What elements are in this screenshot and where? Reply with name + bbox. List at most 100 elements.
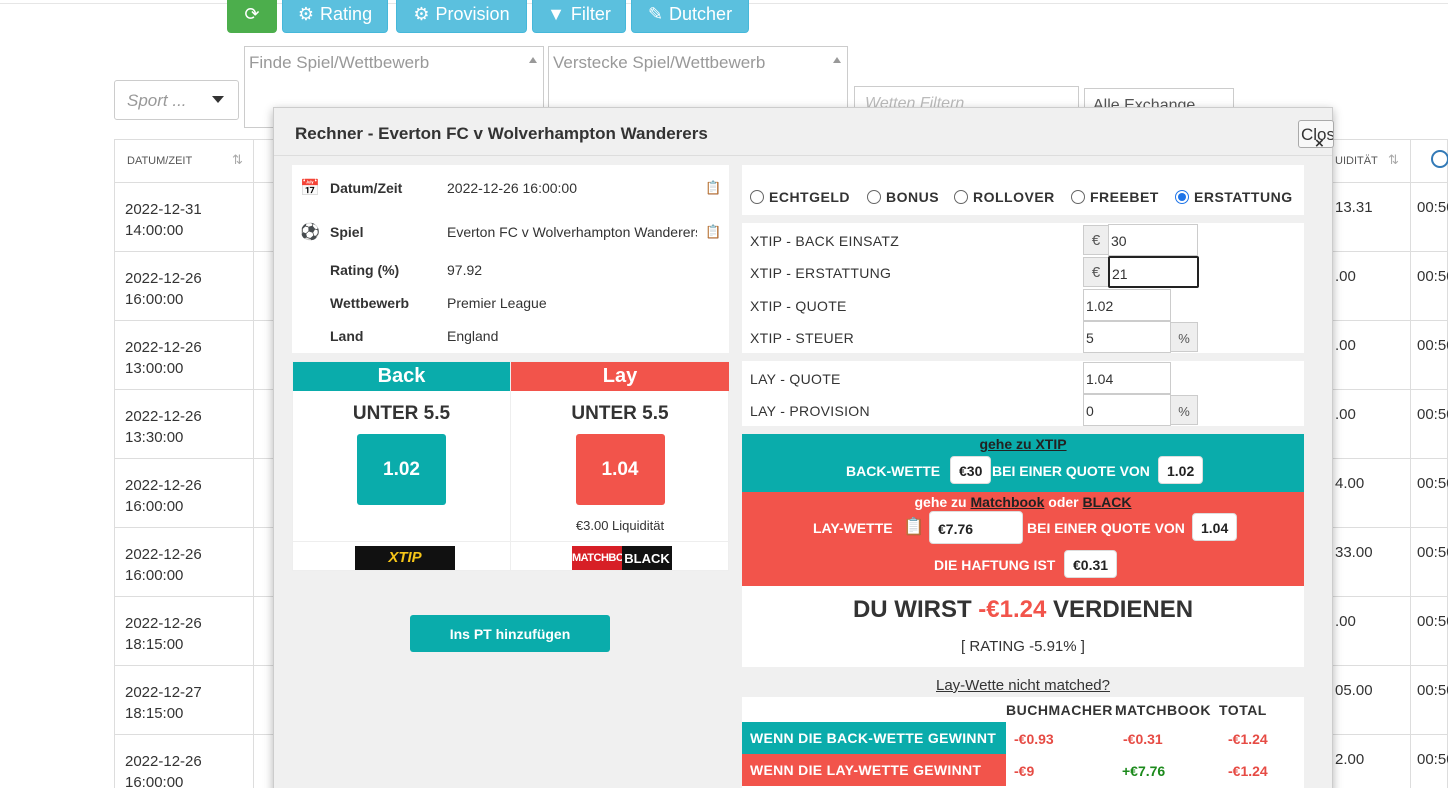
column-divider: [253, 183, 254, 251]
rating-button[interactable]: ⚙ Rating: [282, 0, 388, 33]
lay-market: UNTER 5.5: [571, 403, 669, 424]
sort-icon[interactable]: ⇅: [1388, 152, 1399, 168]
hide-game-placeholder: Verstecke Spiel/Wettbewerb: [553, 53, 766, 72]
euro-addon: €: [1083, 257, 1109, 287]
filter-icon: ▼: [547, 4, 565, 24]
copy-icon[interactable]: 📋: [903, 517, 924, 537]
steuer-input[interactable]: 5: [1083, 321, 1171, 353]
back-lay-panel: Back UNTER 5.5 1.02 Lay UNTER 5.5 1.04 €…: [292, 361, 730, 571]
column-divider: [253, 735, 254, 788]
row-datetime: 2022-12-26 16:00:00: [125, 544, 245, 586]
clipboard-icon[interactable]: 📋: [705, 224, 721, 240]
column-divider: [253, 597, 254, 665]
bei-quote-label: BEI EINER QUOTE VON: [992, 463, 1150, 479]
lay-inputs-panel: LAY - QUOTE 1.04 LAY - PROVISION 0 %: [742, 361, 1304, 426]
row-liquidity: .00: [1335, 613, 1356, 630]
xtip-logo[interactable]: XTIP: [355, 546, 455, 570]
lay-provision-row: LAY - PROVISION 0 %: [742, 394, 1304, 426]
row-date: 2022-12-27: [125, 684, 202, 701]
back-einsatz-input[interactable]: 30: [1108, 224, 1198, 256]
gears-icon: ⚙: [297, 4, 315, 24]
row-countdown: 00:50: [1417, 544, 1448, 561]
goto-xtip-link[interactable]: gehe zu XTIP: [979, 436, 1066, 452]
provision-button[interactable]: ⚙ Provision: [396, 0, 527, 33]
row-countdown: 00:50: [1417, 406, 1448, 423]
scroll-up-icon[interactable]: [529, 57, 537, 63]
row-datetime: 2022-12-26 16:00:00: [125, 475, 245, 517]
header-datum[interactable]: DATUM/ZEIT: [127, 155, 192, 167]
radio-circle[interactable]: [867, 190, 881, 204]
mode-radio-bonus[interactable]: BONUS: [867, 189, 939, 205]
refresh-button[interactable]: ⟳: [227, 0, 277, 33]
row-liquidity: 05.00: [1335, 682, 1373, 699]
radio-circle-selected[interactable]: [1175, 190, 1189, 204]
sort-icon[interactable]: ⇅: [232, 152, 243, 168]
filter-button[interactable]: ▼ Filter: [532, 0, 626, 33]
lay-card: Lay UNTER 5.5 1.04 €3.00 Liquidität: [511, 362, 729, 570]
radio-circle[interactable]: [954, 190, 968, 204]
lay-provision-input[interactable]: 0: [1083, 394, 1171, 426]
land-value: England: [447, 328, 499, 344]
back-odds-button[interactable]: 1.02: [357, 434, 446, 505]
row-liquidity: 33.00: [1335, 544, 1373, 561]
lay-wette-amount[interactable]: €7.76: [929, 511, 1023, 544]
row-time: 18:15:00: [125, 705, 184, 722]
radio-circle[interactable]: [750, 190, 764, 204]
bookmaker-logos: XTIP MATCHBOOK BLACK: [293, 541, 730, 571]
column-divider: [1410, 183, 1411, 251]
row-lay-wins-label: WENN DIE LAY-WETTE GEWINNT: [742, 754, 1006, 786]
profit-panel: DU WIRST -€1.24 VERDIENEN [ RATING -5.91…: [742, 586, 1304, 667]
goto-black-link[interactable]: BLACK: [1083, 494, 1132, 510]
mode-radio-rollover[interactable]: ROLLOVER: [954, 189, 1055, 205]
row-liquidity: 2.00: [1335, 751, 1365, 768]
column-divider: [253, 528, 254, 596]
mode-radio-freebet[interactable]: FREEBET: [1071, 189, 1159, 205]
row-date: 2022-12-26: [125, 615, 202, 632]
column-divider: [253, 140, 254, 182]
add-to-pt-button[interactable]: Ins PT hinzufügen: [410, 615, 610, 652]
sport-select-placeholder: Sport ...: [127, 91, 187, 110]
rating-button-label: Rating: [320, 4, 373, 24]
lay-wins-buchmacher: -€9: [1014, 763, 1035, 779]
lay-quote-label: LAY - QUOTE: [750, 371, 841, 387]
mode-label: ROLLOVER: [973, 189, 1055, 205]
radio-circle[interactable]: [1071, 190, 1085, 204]
row-time: 16:00:00: [125, 567, 184, 584]
goto-matchbook-link[interactable]: Matchbook: [971, 494, 1045, 510]
lay-wins-total: -€1.24: [1228, 763, 1268, 779]
sport-select[interactable]: Sport ...: [114, 80, 239, 120]
goto-prefix: gehe zu: [914, 494, 967, 510]
quote-input[interactable]: 1.02: [1083, 289, 1171, 321]
lay-not-matched-link[interactable]: Lay-Wette nicht matched?: [742, 677, 1304, 694]
header-liquidity[interactable]: UIDITÄT: [1335, 155, 1378, 167]
row-liquidity: .00: [1335, 337, 1356, 354]
filter-button-label: Filter: [570, 4, 611, 24]
scroll-up-icon[interactable]: [833, 57, 841, 63]
datum-value: 2022-12-26 16:00:00: [447, 180, 577, 196]
goto-xtip-line: gehe zu XTIP: [742, 436, 1304, 452]
row-liquidity: .00: [1335, 406, 1356, 423]
header-total: TOTAL: [1219, 702, 1267, 718]
clock-icon: [1431, 150, 1448, 168]
row-countdown: 00:50: [1417, 751, 1448, 768]
datum-label: Datum/Zeit: [330, 180, 403, 196]
close-icon[interactable]: ×: [1315, 135, 1324, 152]
column-divider: [1410, 140, 1411, 182]
lay-result-banner: gehe zu Matchbook oder BLACK LAY-WETTE 📋…: [742, 492, 1304, 586]
spiel-label: Spiel: [330, 224, 364, 240]
info-row-spiel: ⚽ Spiel Everton FC v Wolverhampton Wande…: [292, 222, 729, 252]
mode-radio-erstattung[interactable]: ERSTATTUNG: [1175, 189, 1293, 205]
gears-icon: ⚙: [413, 4, 430, 24]
column-divider: [1410, 321, 1411, 389]
column-divider: [1410, 390, 1411, 458]
clipboard-icon[interactable]: 📋: [705, 180, 721, 196]
matchbook-black-logo[interactable]: MATCHBOOK BLACK: [572, 546, 672, 570]
refresh-icon: ⟳: [244, 4, 260, 24]
lay-odds-button[interactable]: 1.04: [575, 434, 665, 505]
lay-quote-input[interactable]: 1.04: [1083, 362, 1171, 394]
mode-radio-echtgeld[interactable]: ECHTGELD: [750, 189, 850, 205]
dutcher-button[interactable]: ✎ Dutcher: [631, 0, 749, 33]
erstattung-input[interactable]: 21: [1108, 256, 1199, 288]
column-divider: [253, 321, 254, 389]
find-game-placeholder: Finde Spiel/Wettbewerb: [249, 53, 430, 72]
